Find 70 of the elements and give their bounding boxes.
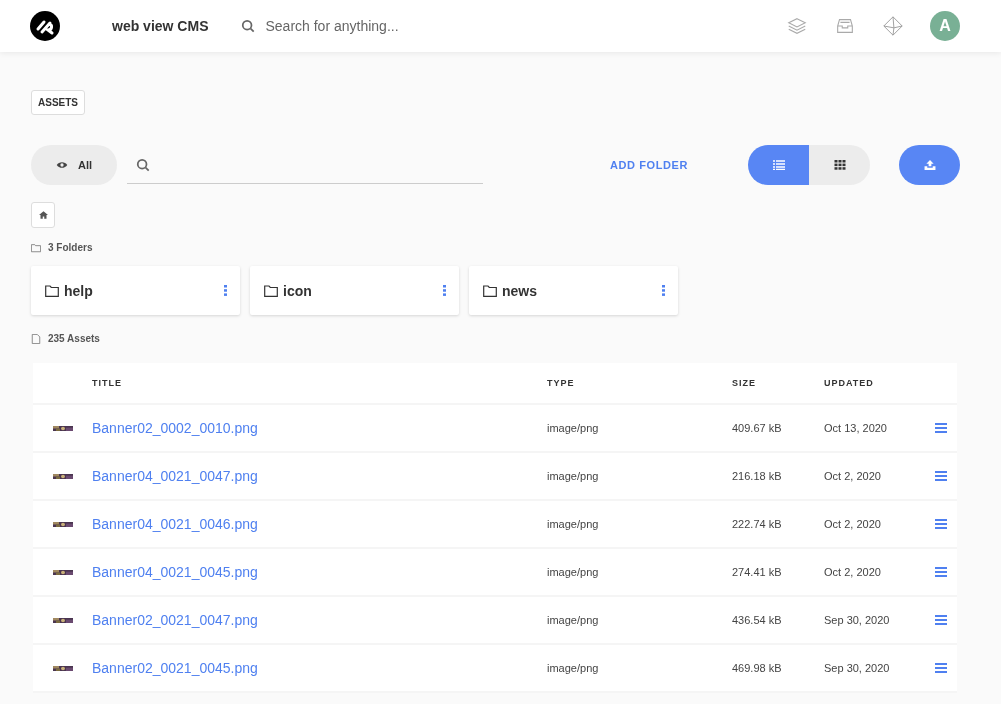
home-button[interactable] bbox=[31, 202, 55, 228]
asset-title-link[interactable]: Banner04_0021_0046.png bbox=[92, 516, 547, 532]
column-header: UPDATED bbox=[824, 378, 875, 388]
file-icon bbox=[31, 333, 41, 344]
menu-icon[interactable] bbox=[934, 423, 947, 433]
folder-card[interactable]: news bbox=[469, 266, 678, 315]
more-icon[interactable] bbox=[224, 285, 227, 296]
eye-icon bbox=[55, 161, 68, 169]
app-name: web view CMS bbox=[112, 18, 209, 34]
table-cell-text: 436.54 kB bbox=[732, 614, 783, 626]
folder-icon bbox=[45, 284, 59, 297]
table-cell-text: image/png bbox=[547, 614, 600, 626]
table-cell-text: 216.18 kB bbox=[732, 470, 783, 482]
logo-icon[interactable] bbox=[30, 11, 60, 41]
table-cell-text: image/png bbox=[547, 662, 600, 674]
folder-icon bbox=[31, 242, 41, 253]
folder-name: help bbox=[64, 282, 93, 299]
list-icon bbox=[772, 160, 785, 170]
menu-icon[interactable] bbox=[934, 615, 947, 625]
folder-icon bbox=[483, 284, 497, 297]
folder-card[interactable]: icon bbox=[250, 266, 459, 315]
layers-icon[interactable] bbox=[786, 15, 808, 37]
table-cell-text: Oct 13, 2020 bbox=[824, 422, 888, 434]
asset-title-link[interactable]: Banner02_0021_0045.png bbox=[92, 660, 547, 676]
table-cell-text: Oct 2, 2020 bbox=[824, 566, 882, 578]
table-cell-text: 469.98 kB bbox=[732, 662, 783, 674]
search-field[interactable]: Search for anything... bbox=[263, 17, 608, 35]
upload-icon bbox=[923, 160, 936, 170]
search-icon bbox=[241, 19, 256, 33]
diamond-icon[interactable] bbox=[882, 15, 904, 37]
menu-icon[interactable] bbox=[934, 471, 947, 481]
search-icon bbox=[136, 157, 150, 172]
folder-card[interactable]: help bbox=[31, 266, 240, 315]
folder-name: news bbox=[502, 282, 537, 299]
table-cell-text: image/png bbox=[547, 566, 600, 578]
column-header: TITLE bbox=[92, 378, 123, 388]
table-cell-text: image/png bbox=[547, 422, 600, 434]
table-cell-text: image/png bbox=[547, 470, 600, 482]
menu-icon[interactable] bbox=[934, 663, 947, 673]
upload-button[interactable] bbox=[899, 145, 960, 185]
column-header: SIZE bbox=[732, 378, 757, 388]
user-avatar[interactable]: A bbox=[930, 11, 960, 41]
folder-name: icon bbox=[283, 282, 312, 299]
table-cell-text: 409.67 kB bbox=[732, 422, 783, 434]
asset-title-link[interactable]: Banner02_0002_0010.png bbox=[92, 420, 547, 436]
filter-button[interactable]: All bbox=[31, 145, 117, 185]
assets-count: 235 Assets bbox=[48, 333, 100, 344]
asset-title-link[interactable]: Banner04_0021_0047.png bbox=[92, 468, 547, 484]
home-icon bbox=[38, 211, 48, 219]
folder-icon bbox=[264, 284, 278, 297]
more-icon[interactable] bbox=[443, 285, 446, 296]
asset-title-link[interactable]: Banner04_0021_0045.png bbox=[92, 564, 547, 580]
folders-count: 3 Folders bbox=[48, 242, 93, 253]
more-icon[interactable] bbox=[662, 285, 665, 296]
list-view-button[interactable] bbox=[748, 145, 809, 185]
table-cell-text: Oct 2, 2020 bbox=[824, 470, 882, 482]
table-cell-text: Sep 30, 2020 bbox=[824, 662, 891, 674]
grid-icon bbox=[833, 160, 846, 170]
menu-icon[interactable] bbox=[934, 519, 947, 529]
table-cell-text: Sep 30, 2020 bbox=[824, 614, 891, 626]
table-cell-text: image/png bbox=[547, 518, 600, 530]
table-cell-text: Oct 2, 2020 bbox=[824, 518, 882, 530]
add-folder-button[interactable]: ADD FOLDER bbox=[603, 158, 694, 172]
column-header: TYPE bbox=[547, 378, 576, 388]
asset-title-link[interactable]: Banner02_0021_0047.png bbox=[92, 612, 547, 628]
table-cell-text: 274.41 kB bbox=[732, 566, 783, 578]
grid-view-button[interactable] bbox=[809, 145, 870, 185]
menu-icon[interactable] bbox=[934, 567, 947, 577]
table-cell-text: 222.74 kB bbox=[732, 518, 783, 530]
breadcrumb[interactable]: ASSETS bbox=[31, 90, 85, 115]
